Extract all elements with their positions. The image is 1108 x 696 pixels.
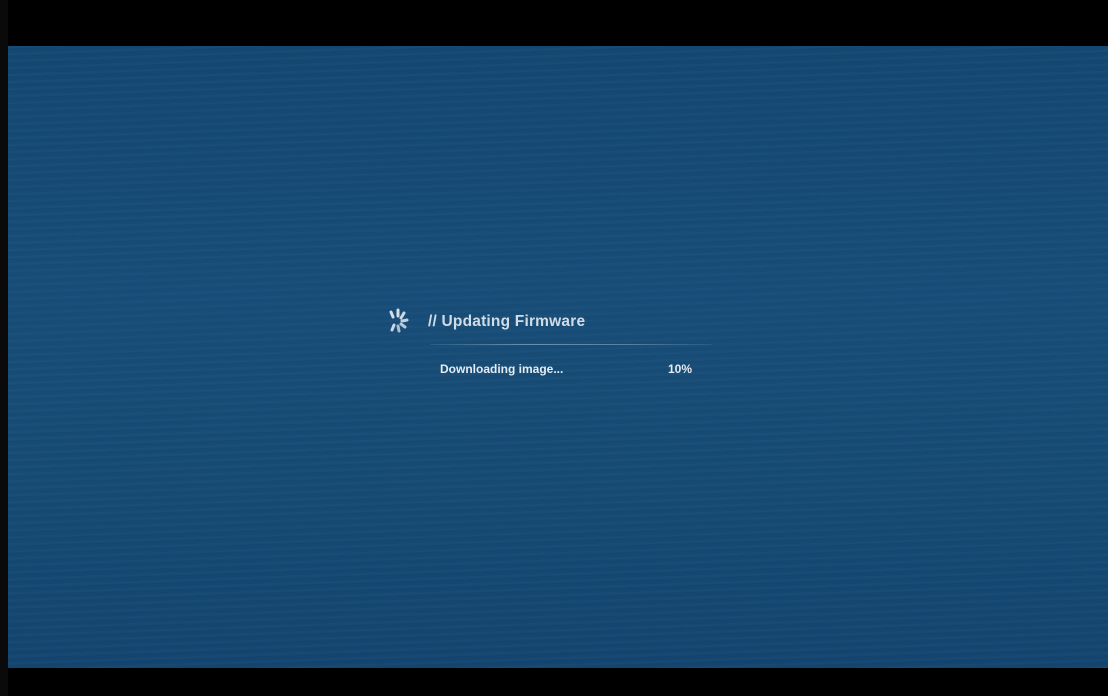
update-dialog: // Updating Firmware Downloading image..… [382,306,722,386]
letterbox-frame: // Updating Firmware Downloading image..… [0,0,1108,696]
dialog-title: // Updating Firmware [428,313,586,330]
status-text: Downloading image... [440,362,564,376]
progress-percent: 10% [668,362,693,376]
title-divider [430,344,712,345]
left-border [0,0,8,696]
loading-spinner-icon [389,308,409,333]
firmware-update-screen: // Updating Firmware Downloading image..… [8,46,1108,668]
